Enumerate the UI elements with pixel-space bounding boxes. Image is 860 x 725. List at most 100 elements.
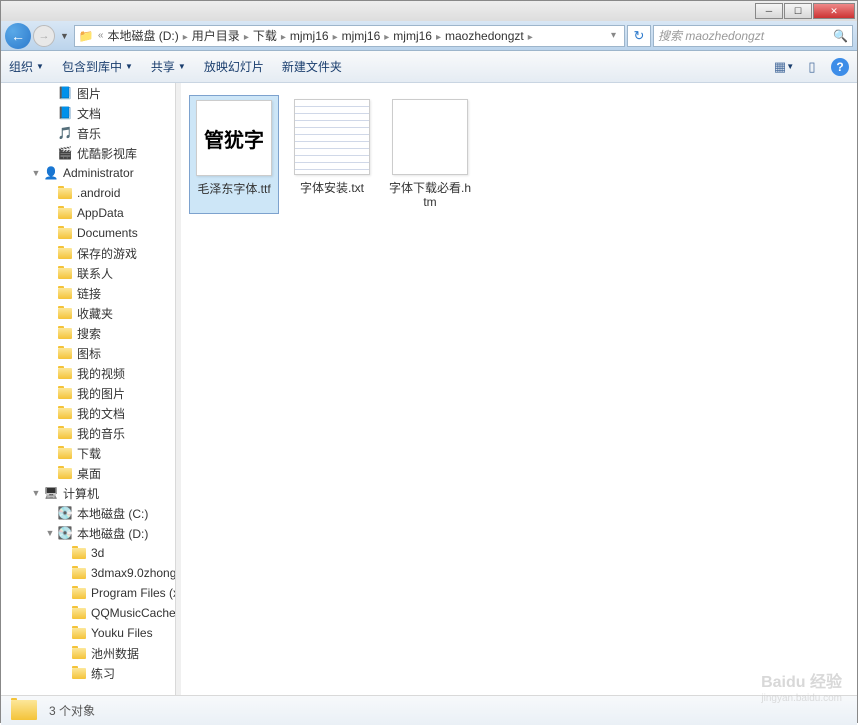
navigation-tree[interactable]: 📘图片📘文档🎵音乐🎬优酷影视库▼👤Administrator.androidAp… xyxy=(1,83,176,695)
status-text: 3 个对象 xyxy=(49,702,95,719)
tree-item[interactable]: ▼🖥计算机 xyxy=(1,483,175,503)
tree-item-label: .android xyxy=(77,186,120,200)
breadcrumb-separator: ▸ xyxy=(380,32,393,43)
tree-item[interactable]: 我的图片 xyxy=(1,383,175,403)
tree-item-label: 收藏夹 xyxy=(77,305,113,322)
tree-item-label: 练习 xyxy=(91,665,115,682)
folder-icon xyxy=(57,225,73,241)
address-bar[interactable]: 📁 « 本地磁盘 (D:)▸用户目录▸下载▸mjmj16▸mjmj16▸mjmj… xyxy=(74,25,625,47)
tree-item[interactable]: 链接 xyxy=(1,283,175,303)
tree-item-label: Youku Files xyxy=(91,626,153,640)
tree-item[interactable]: 🎬优酷影视库 xyxy=(1,143,175,163)
tree-item[interactable]: 下载 xyxy=(1,443,175,463)
folder-icon xyxy=(57,465,73,481)
breadcrumb-item[interactable]: mjmj16 xyxy=(393,29,432,43)
breadcrumb-item[interactable]: 用户目录 xyxy=(192,29,240,43)
tree-item[interactable]: 📘图片 xyxy=(1,83,175,103)
tree-item-label: Administrator xyxy=(63,166,134,180)
back-button[interactable]: ← xyxy=(5,23,31,49)
tree-item[interactable]: Youku Files xyxy=(1,623,175,643)
breadcrumb-separator: ▸ xyxy=(329,32,342,43)
breadcrumb-item[interactable]: mjmj16 xyxy=(290,29,329,43)
tree-item[interactable]: 池州数据 xyxy=(1,643,175,663)
help-button[interactable]: ? xyxy=(831,58,849,76)
explorer-window: ─ ☐ ✕ ← → ▼ 📁 « 本地磁盘 (D:)▸用户目录▸下载▸mjmj16… xyxy=(0,0,858,723)
refresh-button[interactable]: ↻ xyxy=(627,25,651,47)
share-menu[interactable]: 共享▼ xyxy=(151,58,186,75)
expand-arrow[interactable]: ▼ xyxy=(43,528,57,538)
tree-item[interactable]: .android xyxy=(1,183,175,203)
folder-icon xyxy=(57,265,73,281)
expand-arrow[interactable]: ▼ xyxy=(29,488,43,498)
tree-item[interactable]: 💽本地磁盘 (C:) xyxy=(1,503,175,523)
tree-item-label: 链接 xyxy=(77,285,101,302)
search-input[interactable]: 搜索 maozhedongzt 🔍 xyxy=(653,25,853,47)
breadcrumb-item[interactable]: 下载 xyxy=(253,29,277,43)
folder-icon xyxy=(57,185,73,201)
tree-item[interactable]: Documents xyxy=(1,223,175,243)
tree-item[interactable]: 收藏夹 xyxy=(1,303,175,323)
file-item[interactable]: 字体安装.txt xyxy=(287,95,377,214)
content-area: 📘图片📘文档🎵音乐🎬优酷影视库▼👤Administrator.androidAp… xyxy=(1,83,857,695)
tree-item[interactable]: 我的音乐 xyxy=(1,423,175,443)
breadcrumb-item[interactable]: 本地磁盘 (D:) xyxy=(107,29,178,43)
tree-item[interactable]: 我的视频 xyxy=(1,363,175,383)
folder-icon xyxy=(57,245,73,261)
tree-item[interactable]: 🎵音乐 xyxy=(1,123,175,143)
close-button[interactable]: ✕ xyxy=(813,3,855,19)
tree-item[interactable]: ▼💽本地磁盘 (D:) xyxy=(1,523,175,543)
tree-item[interactable]: 搜索 xyxy=(1,323,175,343)
tree-item-label: 3dmax9.0zhongwen... xyxy=(91,566,176,580)
tree-item[interactable]: Program Files (x86) xyxy=(1,583,175,603)
tree-item[interactable]: 📘文档 xyxy=(1,103,175,123)
folder-icon xyxy=(71,605,87,621)
tree-item-label: 优酷影视库 xyxy=(77,145,137,162)
user-icon: 👤 xyxy=(43,165,59,181)
expand-arrow[interactable]: ▼ xyxy=(29,168,43,178)
tree-item-label: 我的视频 xyxy=(77,365,125,382)
tree-item-label: 文档 xyxy=(77,105,101,122)
file-item[interactable]: 字体下载必看.htm xyxy=(385,95,475,214)
tree-item-label: 保存的游戏 xyxy=(77,245,137,262)
tree-item[interactable]: 联系人 xyxy=(1,263,175,283)
tree-item[interactable]: 保存的游戏 xyxy=(1,243,175,263)
tree-item[interactable]: 图标 xyxy=(1,343,175,363)
tree-item-label: 池州数据 xyxy=(91,645,139,662)
file-label: 字体下载必看.htm xyxy=(389,181,471,210)
tree-item[interactable]: 桌面 xyxy=(1,463,175,483)
include-library-menu[interactable]: 包含到库中▼ xyxy=(62,58,133,75)
minimize-button[interactable]: ─ xyxy=(755,3,783,19)
tree-item[interactable]: ▼👤 Administrator xyxy=(1,163,175,183)
video-icon: 🎬 xyxy=(57,145,73,161)
new-folder-button[interactable]: 新建文件夹 xyxy=(282,58,342,75)
tree-item[interactable]: 3dmax9.0zhongwen... xyxy=(1,563,175,583)
folder-icon xyxy=(71,565,87,581)
tree-item-label: 本地磁盘 (C:) xyxy=(77,505,148,522)
folder-icon xyxy=(71,545,87,561)
forward-button[interactable]: → xyxy=(33,25,55,47)
tree-item-label: 图标 xyxy=(77,345,101,362)
tree-item-label: QQMusicCache xyxy=(91,606,176,620)
tree-item[interactable]: 我的文档 xyxy=(1,403,175,423)
folder-icon xyxy=(57,285,73,301)
file-pane[interactable]: 管犹字毛泽东字体.ttf字体安装.txt 字体下载必看.htm xyxy=(181,83,857,695)
tree-item-label: 下载 xyxy=(77,445,101,462)
preview-pane-button[interactable]: ▯ xyxy=(803,58,821,76)
view-menu[interactable]: ▦ ▼ xyxy=(775,58,793,76)
breadcrumb-item[interactable]: maozhedongzt xyxy=(445,29,524,43)
maximize-button[interactable]: ☐ xyxy=(784,3,812,19)
nav-history-dropdown[interactable]: ▼ xyxy=(57,31,72,41)
breadcrumb-item[interactable]: mjmj16 xyxy=(342,29,381,43)
tree-item[interactable]: AppData xyxy=(1,203,175,223)
folder-icon xyxy=(71,645,87,661)
music-icon: 🎵 xyxy=(57,125,73,141)
file-item[interactable]: 管犹字毛泽东字体.ttf xyxy=(189,95,279,214)
organize-menu[interactable]: 组织▼ xyxy=(9,58,44,75)
computer-icon: 🖥 xyxy=(43,485,59,501)
folder-icon xyxy=(57,445,73,461)
tree-item[interactable]: QQMusicCache xyxy=(1,603,175,623)
slideshow-button[interactable]: 放映幻灯片 xyxy=(204,58,264,75)
tree-item[interactable]: 3d xyxy=(1,543,175,563)
folder-icon xyxy=(71,585,87,601)
tree-item[interactable]: 练习 xyxy=(1,663,175,683)
